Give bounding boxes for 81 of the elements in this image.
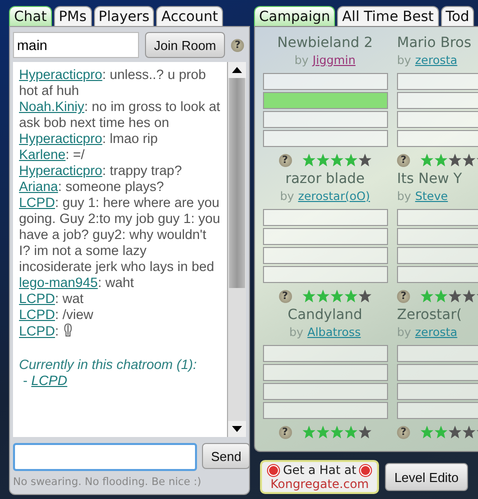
chat-message: Hyperacticpro: lmao rip bbox=[19, 131, 158, 146]
chat-message: Hyperacticpro: trappy trap? bbox=[19, 163, 182, 178]
help-icon[interactable]: ? bbox=[397, 290, 410, 302]
player-slot[interactable] bbox=[262, 92, 388, 109]
by-label: by bbox=[280, 189, 294, 203]
badge-icon bbox=[268, 464, 279, 476]
tab[interactable]: Campaign bbox=[254, 6, 336, 26]
join-room-button[interactable]: Join Room bbox=[145, 32, 226, 58]
level-title[interactable]: Newbieland 2 bbox=[277, 35, 373, 51]
kongregate-text: Kongregate.com bbox=[270, 477, 369, 491]
message-field[interactable] bbox=[13, 443, 197, 471]
help-icon[interactable]: ? bbox=[278, 290, 292, 302]
author-link[interactable]: zerostar(oO) bbox=[298, 189, 370, 203]
username-link[interactable]: LCPD bbox=[19, 195, 56, 210]
room-user: - LCPD bbox=[23, 373, 68, 388]
username-link[interactable]: LCPD bbox=[19, 307, 56, 322]
player-slot[interactable] bbox=[262, 111, 388, 128]
username-link[interactable]: LCPD bbox=[31, 373, 68, 388]
author-link[interactable]: Jiggmin bbox=[312, 53, 356, 67]
level-title[interactable]: Its New Y bbox=[397, 171, 462, 187]
player-slot[interactable] bbox=[262, 209, 388, 226]
level-title[interactable]: razor blade bbox=[285, 171, 365, 187]
level-title[interactable]: Candyland bbox=[288, 307, 362, 323]
chat-message: Hyperacticpro: unless..? u prob hot af huh bbox=[19, 67, 206, 98]
player-slot[interactable] bbox=[262, 383, 388, 400]
badge-icon bbox=[360, 464, 372, 476]
by-label: by bbox=[294, 53, 309, 67]
level-title[interactable]: Zerostar( bbox=[397, 307, 462, 323]
level-editor-button[interactable]: Level Edito bbox=[385, 463, 468, 491]
hat-text: Get a Hat at bbox=[283, 463, 356, 477]
chat-message: LCPD: /view bbox=[19, 307, 94, 322]
chat-message: lego-man945: waht bbox=[19, 275, 134, 290]
level-title[interactable]: Mario Bros bbox=[397, 35, 472, 51]
by-label: by bbox=[397, 189, 412, 203]
chat-message: Karlene: =/ bbox=[19, 147, 85, 162]
username-link[interactable]: Noah.Kiniy bbox=[19, 99, 84, 114]
player-slot[interactable] bbox=[262, 402, 388, 419]
chat-message: LCPD: wat bbox=[19, 291, 84, 306]
by-label: by bbox=[289, 325, 304, 339]
username-link[interactable]: lego-man945 bbox=[19, 275, 98, 290]
tab[interactable]: All Time Best bbox=[337, 6, 439, 26]
chat-message: Ariana: someone plays? bbox=[19, 179, 164, 194]
username-link[interactable]: LCPD bbox=[19, 291, 56, 306]
by-label: by bbox=[397, 53, 412, 67]
by-label: by bbox=[397, 325, 412, 339]
player-slot[interactable] bbox=[262, 228, 388, 245]
help-icon[interactable]: ? bbox=[231, 38, 244, 52]
rules-text: No swearing. No flooding. Be nice :) bbox=[13, 476, 202, 488]
room-note: Currently in this chatroom (1): bbox=[19, 357, 198, 373]
get-hat-button[interactable]: Get a Hat at Kongregate.com bbox=[260, 460, 380, 494]
tab[interactable]: PMs bbox=[54, 6, 92, 26]
help-icon[interactable]: ? bbox=[397, 426, 410, 438]
tab[interactable]: Account bbox=[156, 6, 223, 26]
chat-message: Noah.Kiniy: no im gross to look at ask bob next time hes on bbox=[19, 99, 220, 130]
help-icon[interactable]: ? bbox=[397, 154, 410, 166]
room-field[interactable]: main bbox=[13, 32, 139, 58]
author-link[interactable]: zerosta bbox=[415, 53, 458, 67]
player-slot[interactable] bbox=[262, 266, 388, 283]
tab[interactable]: Players bbox=[94, 6, 154, 26]
username-link[interactable]: Ariana bbox=[19, 179, 58, 194]
tab[interactable]: Chat bbox=[9, 6, 52, 26]
help-icon[interactable]: ? bbox=[278, 426, 292, 438]
player-slot[interactable] bbox=[262, 345, 388, 362]
send-button[interactable]: Send bbox=[202, 443, 250, 469]
author-link[interactable]: Steve bbox=[415, 189, 448, 203]
help-icon[interactable]: ? bbox=[278, 154, 292, 166]
username-link[interactable]: Karlene bbox=[19, 147, 66, 162]
player-slot[interactable] bbox=[262, 247, 388, 264]
player-slot[interactable] bbox=[262, 364, 388, 381]
tab[interactable]: Tod bbox=[440, 6, 474, 26]
chat-message: LCPD: bbox=[19, 324, 59, 339]
username-link[interactable]: Hyperacticpro bbox=[19, 67, 102, 82]
scrollbar[interactable] bbox=[227, 62, 246, 437]
author-link[interactable]: zerosta bbox=[415, 325, 458, 339]
username-link[interactable]: Hyperacticpro bbox=[19, 163, 102, 178]
username-link[interactable]: Hyperacticpro bbox=[19, 131, 102, 146]
player-slot[interactable] bbox=[262, 130, 388, 147]
chat-message: LCPD: guy 1: here where are you going. Guy 2:to my job guy 1: you have a job? guy2: why wouldn't I? im not a some lazy incosiderate jerk who lays in bed bbox=[19, 195, 220, 274]
player-slot[interactable] bbox=[262, 73, 388, 90]
username-link[interactable]: LCPD bbox=[19, 324, 56, 339]
author-link[interactable]: Albatross bbox=[307, 325, 361, 339]
